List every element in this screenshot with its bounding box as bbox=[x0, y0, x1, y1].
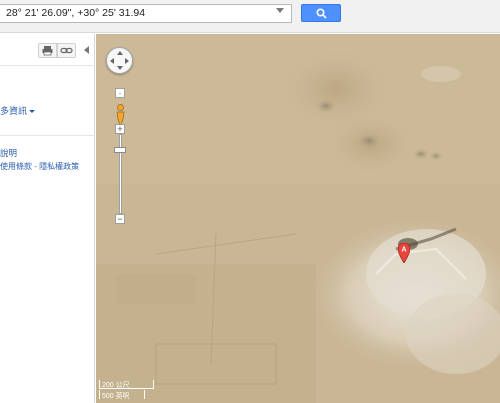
scale-label-top: 200 公尺 bbox=[102, 382, 130, 389]
satellite-map[interactable]: · + − A 200 公尺 500 英呎 bbox=[96, 34, 500, 403]
help-link[interactable]: 說明 bbox=[0, 147, 17, 159]
zoom-slider-thumb[interactable] bbox=[114, 147, 126, 153]
footer-separator: - bbox=[34, 162, 37, 171]
more-info-link[interactable]: 多資訊 bbox=[0, 104, 36, 117]
chevron-down-icon bbox=[29, 110, 36, 114]
link-icon bbox=[60, 47, 73, 54]
satellite-imagery bbox=[96, 34, 500, 403]
panel-divider bbox=[0, 65, 95, 66]
scale-label-bottom: 500 英呎 bbox=[102, 393, 130, 400]
pegman-icon[interactable] bbox=[116, 104, 125, 126]
pan-right-icon[interactable] bbox=[125, 58, 129, 64]
terms-link[interactable]: 使用條款 bbox=[0, 162, 32, 171]
privacy-link[interactable]: 隱私權政策 bbox=[39, 162, 79, 171]
marker-label: A bbox=[401, 247, 406, 254]
magnifier-icon bbox=[316, 8, 327, 19]
print-icon bbox=[42, 46, 53, 56]
zoom-out-button[interactable]: − bbox=[115, 214, 125, 224]
pan-down-icon[interactable] bbox=[117, 66, 123, 70]
location-marker-icon[interactable]: A bbox=[398, 243, 410, 263]
search-button[interactable] bbox=[301, 4, 341, 22]
panel-divider bbox=[0, 135, 95, 136]
pan-control[interactable] bbox=[106, 47, 133, 74]
print-button[interactable] bbox=[38, 43, 57, 58]
footer-links: 使用條款 - 隱私權政策 bbox=[0, 161, 79, 172]
search-dropdown-icon[interactable] bbox=[276, 8, 284, 13]
collapse-panel-icon[interactable] bbox=[84, 46, 89, 54]
top-search-bar: 28° 21' 26.09", +30° 25' 31.94 bbox=[0, 0, 500, 33]
scale-bar: 200 公尺 500 英呎 bbox=[99, 380, 161, 400]
link-button[interactable] bbox=[57, 43, 76, 58]
search-input[interactable]: 28° 21' 26.09", +30° 25' 31.94 bbox=[0, 4, 292, 23]
more-info-label: 多資訊 bbox=[0, 106, 28, 116]
side-panel: 多資訊 說明 使用條款 - 隱私權政策 bbox=[0, 34, 95, 403]
zoom-slider-track[interactable] bbox=[119, 134, 122, 214]
pan-up-icon[interactable] bbox=[117, 51, 123, 55]
zoom-in-button[interactable]: + bbox=[115, 124, 125, 134]
zoom-home-button[interactable]: · bbox=[115, 88, 125, 98]
pan-left-icon[interactable] bbox=[110, 58, 114, 64]
